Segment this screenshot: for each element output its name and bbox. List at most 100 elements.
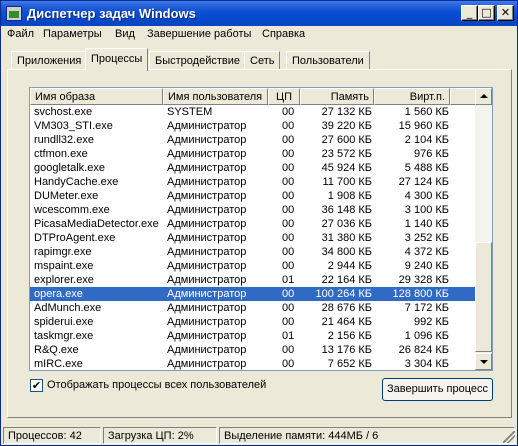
- cell-memory: 2 156 КБ: [327, 330, 372, 342]
- table-row[interactable]: AdMunch.exe Администратор 00 28 676 КБ 7 172…: [30, 301, 476, 315]
- table-row[interactable]: R&Q.exe Администратор 00 13 176 КБ 26 824 КБ: [30, 343, 476, 357]
- table-row[interactable]: rundll32.exe Администратор 00 27 600 КБ 2 10…: [30, 133, 476, 147]
- cell-cpu: 00: [282, 232, 295, 244]
- status-bar: Процессов: 42 Загрузка ЦП: 2% Выделение …: [1, 425, 517, 445]
- cell-memory: 45 924 КБ: [321, 162, 372, 174]
- cell-memory: 100 264 КБ: [315, 288, 372, 300]
- cell-virtual-memory: 2 104 КБ: [404, 134, 449, 146]
- cell-memory: 39 220 КБ: [321, 120, 372, 132]
- cell-memory: 27 036 КБ: [321, 218, 372, 230]
- tab-strip: Приложения Процессы Быстродействие Сеть …: [9, 48, 509, 71]
- menu-options[interactable]: Параметры: [43, 28, 102, 40]
- column-cpu[interactable]: ЦП: [268, 88, 300, 105]
- cell-image-name: taskmgr.exe: [34, 330, 94, 342]
- table-row[interactable]: rapimgr.exe Администратор 00 34 800 КБ 4 372…: [30, 245, 476, 259]
- table-row[interactable]: svchost.exe SYSTEM 00 27 132 КБ 1 560 КБ: [30, 105, 476, 119]
- menu-shutdown[interactable]: Завершение работы: [147, 28, 251, 40]
- cell-user-name: Администратор: [167, 134, 247, 146]
- table-row[interactable]: mIRC.exe Администратор 00 7 652 КБ 3 304 КБ: [30, 357, 476, 370]
- table-row[interactable]: explorer.exe Администратор 01 22 164 КБ 29 3…: [30, 273, 476, 287]
- cell-user-name: Администратор: [167, 302, 247, 314]
- tab-processes[interactable]: Процессы: [85, 48, 149, 71]
- cell-virtual-memory: 5 488 КБ: [404, 162, 449, 174]
- process-list-header: Имя образа Имя пользователя ЦП Память Ви…: [30, 88, 476, 105]
- table-row[interactable]: spiderui.exe Администратор 00 21 464 КБ 992 …: [30, 315, 476, 329]
- cell-image-name: ctfmon.exe: [34, 148, 88, 160]
- cell-cpu: 00: [282, 106, 295, 118]
- cell-virtual-memory: 7 172 КБ: [404, 302, 449, 314]
- cell-user-name: Администратор: [167, 358, 247, 370]
- menu-file[interactable]: Файл: [7, 28, 34, 40]
- table-row[interactable]: DUMeter.exe Администратор 00 1 908 КБ 4 300 …: [30, 189, 476, 203]
- table-row[interactable]: HandyCache.exe Администратор 00 11 700 КБ 27…: [30, 175, 476, 189]
- tab-applications[interactable]: Приложения: [11, 51, 88, 70]
- table-row[interactable]: PicasaMediaDetector.exe Администратор 00 27…: [30, 217, 476, 231]
- column-virtual-memory[interactable]: Вирт.п.: [374, 88, 450, 105]
- cell-memory: 21 464 КБ: [321, 316, 372, 328]
- cell-cpu: 00: [282, 316, 295, 328]
- menu-help[interactable]: Справка: [262, 28, 305, 40]
- cell-cpu: 00: [282, 134, 295, 146]
- cell-cpu: 00: [282, 288, 295, 300]
- column-user-name[interactable]: Имя пользователя: [163, 88, 268, 105]
- cell-user-name: Администратор: [167, 190, 247, 202]
- cell-virtual-memory: 976 КБ: [413, 148, 449, 160]
- table-row[interactable]: googletalk.exe Администратор 00 45 924 КБ 5 …: [30, 161, 476, 175]
- cell-memory: 23 572 КБ: [321, 148, 372, 160]
- cell-user-name: Администратор: [167, 344, 247, 356]
- cell-image-name: opera.exe: [34, 288, 83, 300]
- resize-grip[interactable]: [503, 431, 515, 443]
- scroll-up-button[interactable]: [475, 88, 492, 105]
- cell-memory: 34 800 КБ: [321, 246, 372, 258]
- cell-user-name: Администратор: [167, 204, 247, 216]
- cell-user-name: Администратор: [167, 330, 247, 342]
- tab-network[interactable]: Сеть: [244, 51, 281, 70]
- cell-user-name: Администратор: [167, 176, 247, 188]
- cell-memory: 36 148 КБ: [321, 204, 372, 216]
- cell-image-name: HandyCache.exe: [34, 176, 119, 188]
- cell-memory: 13 176 КБ: [321, 344, 372, 356]
- cell-memory: 31 380 КБ: [321, 232, 372, 244]
- cell-cpu: 00: [282, 358, 295, 370]
- tab-performance[interactable]: Быстродействие: [149, 51, 246, 70]
- cell-virtual-memory: 992 КБ: [413, 316, 449, 328]
- process-list[interactable]: Имя образа Имя пользователя ЦП Память Ви…: [29, 87, 493, 371]
- table-row[interactable]: wcescomm.exe Администратор 00 36 148 КБ 3 10…: [30, 203, 476, 217]
- maximize-icon: □: [481, 6, 492, 19]
- table-row[interactable]: taskmgr.exe Администратор 01 2 156 КБ 1 096 …: [30, 329, 476, 343]
- table-row[interactable]: mspaint.exe Администратор 00 2 944 КБ 9 240 …: [30, 259, 476, 273]
- menu-view[interactable]: Вид: [115, 28, 135, 40]
- scroll-thumb[interactable]: [475, 242, 492, 352]
- table-row[interactable]: VM303_STI.exe Администратор 00 39 220 КБ 15 …: [30, 119, 476, 133]
- table-row[interactable]: DTProAgent.exe Администратор 00 31 380 КБ 3 …: [30, 231, 476, 245]
- cell-user-name: Администратор: [167, 232, 247, 244]
- column-memory[interactable]: Память: [300, 88, 374, 105]
- cell-user-name: Администратор: [167, 218, 247, 230]
- maximize-button[interactable]: □: [478, 5, 495, 21]
- cell-memory: 22 164 КБ: [321, 274, 372, 286]
- status-processes: Процессов: 42: [3, 427, 101, 444]
- tab-users[interactable]: Пользователи: [286, 51, 370, 70]
- cell-image-name: AdMunch.exe: [34, 302, 102, 314]
- vertical-scrollbar[interactable]: [475, 88, 492, 370]
- close-button[interactable]: ✕: [497, 5, 514, 21]
- end-process-button[interactable]: Завершить процесс: [382, 378, 493, 401]
- cell-cpu: 00: [282, 190, 295, 202]
- scroll-down-button[interactable]: [475, 353, 492, 370]
- cell-cpu: 01: [282, 330, 295, 342]
- cell-memory: 2 944 КБ: [327, 260, 372, 272]
- minimize-button[interactable]: _: [461, 5, 478, 21]
- cell-memory: 1 908 КБ: [327, 190, 372, 202]
- cell-cpu: 01: [282, 274, 295, 286]
- cell-cpu: 00: [282, 218, 295, 230]
- cell-user-name: Администратор: [167, 288, 247, 300]
- cell-image-name: rundll32.exe: [34, 134, 94, 146]
- cell-user-name: Администратор: [167, 246, 247, 258]
- title-bar[interactable]: Диспетчер задач Windows _ □ ✕: [1, 1, 517, 26]
- table-row[interactable]: ctfmon.exe Администратор 00 23 572 КБ 976 КБ: [30, 147, 476, 161]
- cell-cpu: 00: [282, 246, 295, 258]
- column-image-name[interactable]: Имя образа: [30, 88, 163, 105]
- show-all-users-checkbox[interactable]: ✔: [30, 379, 43, 392]
- cell-memory: 28 676 КБ: [321, 302, 372, 314]
- table-row[interactable]: opera.exe Администратор 00 100 264 КБ 128 80…: [30, 287, 476, 301]
